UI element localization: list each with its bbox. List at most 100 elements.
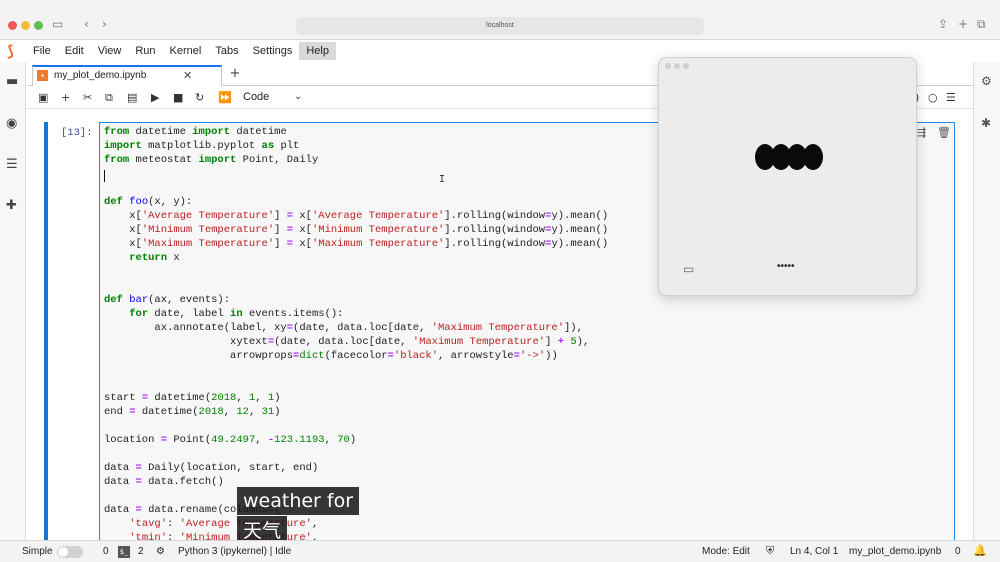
code-line[interactable]: location = Point(49.2497, -123.1193, 70)	[104, 433, 608, 447]
menu-view[interactable]: View	[91, 42, 129, 60]
code-line[interactable]: from datetime import datetime	[104, 125, 608, 139]
new-launcher-button[interactable]: +	[227, 66, 243, 84]
close-icon[interactable]: ✕	[183, 69, 192, 82]
active-cell-indicator	[44, 122, 48, 540]
cell-prompt: [13]:	[61, 127, 93, 139]
text-cursor	[104, 170, 105, 182]
simple-mode-toggle[interactable]	[57, 546, 83, 558]
loading-blob-icon	[803, 144, 823, 170]
kernel-status[interactable]: Python 3 (ipykernel) | Idle	[178, 546, 291, 557]
code-line[interactable]: data = Daily(location, start, end)	[104, 461, 608, 475]
tabs-overview-icon[interactable]: ⧉	[977, 17, 986, 32]
code-line[interactable]	[104, 265, 608, 279]
subtitle-line-1: weather for	[237, 487, 360, 515]
forward-arrow-icon[interactable]: ›	[102, 17, 107, 31]
cut-icon[interactable]: ✂	[83, 91, 92, 104]
left-sidebar: ▬ ◉ ☰ ✚	[0, 62, 26, 540]
right-sidebar: ⚙ ✱	[973, 62, 1000, 540]
menu-kernel[interactable]: Kernel	[163, 42, 209, 60]
tab-notebook[interactable]: ▪ my_plot_demo.ipynb ✕	[32, 65, 222, 86]
code-line[interactable]: x['Average Temperature'] = x['Average Te…	[104, 209, 608, 223]
code-line[interactable]: 'tavg': 'Average Temperature',	[104, 517, 608, 531]
folder-icon[interactable]: ▬	[6, 74, 18, 89]
property-inspector-icon[interactable]: ⚙	[981, 74, 992, 88]
run-icon[interactable]: ▶	[151, 91, 159, 104]
menu-edit[interactable]: Edit	[58, 42, 91, 60]
popup-dots: •••••	[777, 261, 795, 272]
terminal-icon[interactable]: $_	[118, 546, 130, 558]
bell-icon[interactable]: 🔔	[973, 544, 987, 557]
code-line[interactable]: def bar(ax, events):	[104, 293, 608, 307]
menu-settings[interactable]: Settings	[246, 42, 300, 60]
copy-icon[interactable]: ⧉	[105, 91, 113, 105]
code-line[interactable]: from meteostat import Point, Daily	[104, 153, 608, 167]
running-sessions-icon[interactable]: ◉	[6, 116, 17, 131]
code-line[interactable]	[104, 447, 608, 461]
stop-icon[interactable]: ■	[173, 91, 183, 104]
cursor-position[interactable]: Ln 4, Col 1	[790, 546, 838, 557]
code-line[interactable]: x['Maximum Temperature'] = x['Maximum Te…	[104, 237, 608, 251]
extensions-icon[interactable]: ✚	[6, 198, 17, 213]
browser-toolbar: ▭ ‹ › localhost ⇪ + ⧉	[0, 0, 1000, 40]
code-line[interactable]	[104, 363, 608, 377]
terminal-count: 0	[103, 546, 109, 557]
mouse-ibeam-icon: I	[439, 174, 446, 185]
code-line[interactable]: 'tmin': 'Minimum Temperature',	[104, 531, 608, 540]
debugger-icon[interactable]: ✱	[981, 116, 991, 130]
chevron-down-icon[interactable]: ⌄	[294, 91, 302, 102]
save-icon[interactable]: ▣	[38, 91, 48, 104]
kernel-count-icon: ⚙	[156, 546, 165, 557]
code-line[interactable]	[104, 419, 608, 433]
code-line[interactable]: end = datetime(2018, 12, 31)	[104, 405, 608, 419]
notification-count: 0	[955, 546, 961, 557]
insert-cell-icon[interactable]: +	[61, 91, 70, 104]
code-line[interactable]: ax.annotate(label, xy=(date, data.loc[da…	[104, 321, 608, 335]
monitor-icon[interactable]: ▭	[683, 262, 694, 276]
table-of-contents-icon[interactable]: ☰	[6, 157, 18, 172]
floating-window[interactable]: ▭ •••••	[658, 57, 917, 296]
sidebar-toggle-icon[interactable]: ▭	[52, 17, 63, 31]
kernel-count: 2	[138, 546, 144, 557]
kernel-status-icon: ○	[928, 91, 938, 104]
insert-below-icon[interactable]: ⇶	[917, 126, 926, 139]
code-line[interactable]: xytext=(date, data.loc[date, 'Maximum Te…	[104, 335, 608, 349]
shield-icon[interactable]: ⛨	[766, 544, 774, 558]
code-line[interactable]: start = datetime(2018, 1, 1)	[104, 391, 608, 405]
code-line[interactable]	[104, 279, 608, 293]
popup-zoom-button[interactable]	[683, 63, 689, 69]
share-icon[interactable]: ⇪	[938, 17, 948, 31]
status-filename: my_plot_demo.ipynb	[849, 546, 942, 557]
delete-cell-icon[interactable]: 🗑	[937, 126, 951, 139]
code-line[interactable]: for date, label in events.items():	[104, 307, 608, 321]
code-content[interactable]: from datetime import datetime import matp…	[104, 125, 608, 540]
menu-file[interactable]: File	[26, 42, 58, 60]
code-line[interactable]	[104, 167, 608, 181]
menu-run[interactable]: Run	[128, 42, 162, 60]
new-tab-icon[interactable]: +	[958, 17, 968, 31]
address-bar[interactable]: localhost	[296, 17, 704, 35]
code-line[interactable]: def foo(x, y):	[104, 195, 608, 209]
code-line[interactable]: x['Minimum Temperature'] = x['Minimum Te…	[104, 223, 608, 237]
simple-mode-label: Simple	[22, 546, 53, 557]
code-line[interactable]: arrowprops=dict(facecolor='black', arrow…	[104, 349, 608, 363]
more-menu-icon[interactable]: ☰	[946, 91, 956, 104]
maximize-window-button[interactable]	[34, 21, 43, 30]
popup-minimize-button[interactable]	[674, 63, 680, 69]
close-window-button[interactable]	[8, 21, 17, 30]
restart-icon[interactable]: ↻	[195, 91, 204, 104]
tab-title: my_plot_demo.ipynb	[54, 70, 147, 81]
popup-close-button[interactable]	[665, 63, 671, 69]
code-line[interactable]: import matplotlib.pyplot as plt	[104, 139, 608, 153]
run-all-icon[interactable]: ⏩	[218, 91, 232, 104]
minimize-window-button[interactable]	[21, 21, 30, 30]
code-line[interactable]	[104, 181, 608, 195]
code-line[interactable]	[104, 377, 608, 391]
jupyter-logo-icon: ⟆	[7, 42, 14, 60]
menu-tabs[interactable]: Tabs	[208, 42, 245, 60]
cell-type-select[interactable]: Code	[243, 91, 269, 103]
toggle-knob	[58, 547, 68, 557]
menu-help[interactable]: Help	[299, 42, 336, 60]
back-arrow-icon[interactable]: ‹	[84, 17, 89, 31]
paste-icon[interactable]: ▤	[127, 91, 137, 104]
code-line[interactable]: return x	[104, 251, 608, 265]
